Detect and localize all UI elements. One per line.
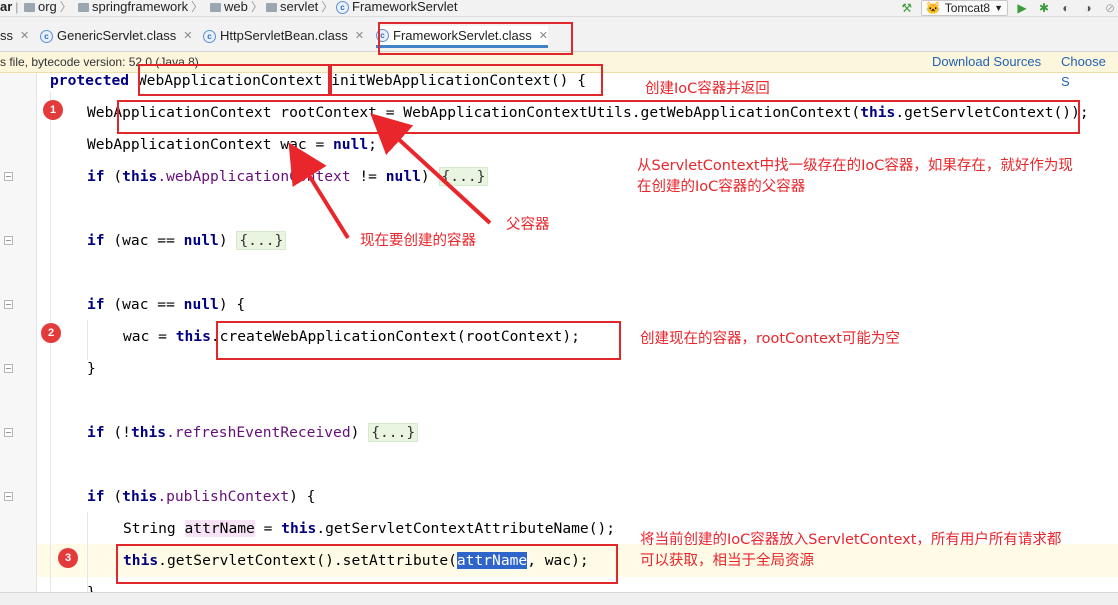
note-create-ioc: 创建IoC容器并返回 bbox=[645, 81, 770, 97]
arrow-to-root-context bbox=[370, 113, 492, 225]
note-parent-container: 父容器 bbox=[506, 217, 550, 233]
arrow-to-wac bbox=[288, 142, 350, 240]
note-put-servlet-context: 将当前创建的IoC容器放入ServletContext，所有用户所有请求都 可以获… bbox=[640, 532, 1062, 569]
annotation-arrows bbox=[288, 113, 492, 240]
note-find-parent: 从ServletContext中找一级存在的IoC容器，如果存在，就好作为现 在创… bbox=[637, 158, 1073, 195]
bottom-bar bbox=[0, 592, 1118, 605]
note-current-container: 现在要创建的容器 bbox=[360, 233, 476, 249]
note-create-current: 创建现在的容器，rootContext可能为空 bbox=[640, 331, 900, 347]
